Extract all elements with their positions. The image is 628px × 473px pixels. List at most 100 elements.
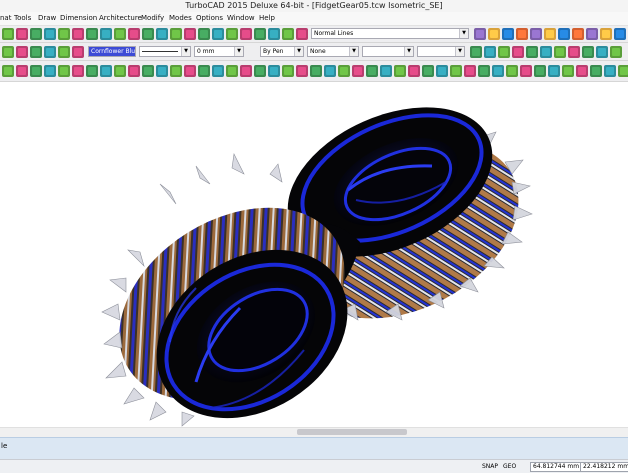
geo-toggle[interactable]: GEO: [503, 463, 516, 470]
standard-tool-10-icon[interactable]: [142, 28, 154, 40]
drawing-tool-35-icon[interactable]: [492, 65, 504, 77]
drawing-tool-10-icon[interactable]: [142, 65, 154, 77]
drawing-tool-21-icon[interactable]: [296, 65, 308, 77]
standard-tool-3-icon[interactable]: [44, 28, 56, 40]
drawing-tool-43-icon[interactable]: [604, 65, 616, 77]
drawing-tool-38-icon[interactable]: [534, 65, 546, 77]
chevron-down-icon[interactable]: ▼: [181, 47, 190, 56]
property-tool-16-icon[interactable]: [610, 46, 622, 58]
drawing-tool-29-icon[interactable]: [408, 65, 420, 77]
menu-options[interactable]: Options: [196, 14, 223, 22]
drawing-tool-30-icon[interactable]: [422, 65, 434, 77]
property-tool-9-icon[interactable]: [512, 46, 524, 58]
standard-tool-27-icon[interactable]: [544, 28, 556, 40]
drawing-tool-14-icon[interactable]: [198, 65, 210, 77]
property-tool-15-icon[interactable]: [596, 46, 608, 58]
property-tool-12-icon[interactable]: [554, 46, 566, 58]
line-width-select[interactable]: 0 mm ▼: [194, 46, 244, 57]
menu-nat[interactable]: nat: [0, 14, 11, 22]
standard-tool-5-icon[interactable]: [72, 28, 84, 40]
drawing-tool-12-icon[interactable]: [170, 65, 182, 77]
drawing-tool-28-icon[interactable]: [394, 65, 406, 77]
standard-tool-26-icon[interactable]: [530, 28, 542, 40]
drawing-tool-42-icon[interactable]: [590, 65, 602, 77]
drawing-tool-7-icon[interactable]: [100, 65, 112, 77]
drawing-tool-23-icon[interactable]: [324, 65, 336, 77]
drawing-tool-37-icon[interactable]: [520, 65, 532, 77]
drawing-tool-26-icon[interactable]: [366, 65, 378, 77]
standard-tool-32-icon[interactable]: [614, 28, 626, 40]
chevron-down-icon[interactable]: ▼: [404, 47, 413, 56]
property-tool-8-icon[interactable]: [498, 46, 510, 58]
line-style-select[interactable]: ▼: [139, 46, 191, 57]
property-tool-13-icon[interactable]: [568, 46, 580, 58]
drawing-tool-19-icon[interactable]: [268, 65, 280, 77]
fill-select[interactable]: None ▼: [307, 46, 359, 57]
color-select[interactable]: Cornflower Blu: [88, 46, 136, 57]
menu-modify[interactable]: Modify: [141, 14, 164, 22]
menu-draw[interactable]: Draw: [38, 14, 56, 22]
drawing-tool-17-icon[interactable]: [240, 65, 252, 77]
standard-tool-7-icon[interactable]: [100, 28, 112, 40]
property-tool-4-icon[interactable]: [58, 46, 70, 58]
drawing-tool-27-icon[interactable]: [380, 65, 392, 77]
standard-tool-29-icon[interactable]: [572, 28, 584, 40]
menu-help[interactable]: Help: [259, 14, 275, 22]
menu-modes[interactable]: Modes: [169, 14, 192, 22]
menu-architecture[interactable]: Architecture: [99, 14, 142, 22]
standard-tool-9-icon[interactable]: [128, 28, 140, 40]
drawing-tool-22-icon[interactable]: [310, 65, 322, 77]
drawing-tool-41-icon[interactable]: [576, 65, 588, 77]
layer-style-select[interactable]: Normal Lines ▼: [311, 28, 469, 39]
drawing-tool-15-icon[interactable]: [212, 65, 224, 77]
property-tool-14-icon[interactable]: [582, 46, 594, 58]
property-tool-7-icon[interactable]: [484, 46, 496, 58]
drawing-tool-24-icon[interactable]: [338, 65, 350, 77]
chevron-down-icon[interactable]: ▼: [234, 47, 243, 56]
drawing-tool-33-icon[interactable]: [464, 65, 476, 77]
standard-tool-0-icon[interactable]: [2, 28, 14, 40]
standard-tool-30-icon[interactable]: [586, 28, 598, 40]
drawing-tool-8-icon[interactable]: [114, 65, 126, 77]
drawing-tool-20-icon[interactable]: [282, 65, 294, 77]
property-tool-6-icon[interactable]: [470, 46, 482, 58]
drawing-tool-2-icon[interactable]: [30, 65, 42, 77]
drawing-tool-39-icon[interactable]: [548, 65, 560, 77]
standard-tool-13-icon[interactable]: [184, 28, 196, 40]
drawing-tool-4-icon[interactable]: [58, 65, 70, 77]
standard-tool-21-icon[interactable]: [296, 28, 308, 40]
menu-window[interactable]: Window: [227, 14, 255, 22]
drawing-tool-3-icon[interactable]: [44, 65, 56, 77]
property-tool-1-icon[interactable]: [16, 46, 28, 58]
standard-tool-6-icon[interactable]: [86, 28, 98, 40]
drawing-tool-44-icon[interactable]: [618, 65, 628, 77]
drawing-tool-34-icon[interactable]: [478, 65, 490, 77]
property-tool-0-icon[interactable]: [2, 46, 14, 58]
drawing-tool-13-icon[interactable]: [184, 65, 196, 77]
standard-tool-14-icon[interactable]: [198, 28, 210, 40]
horizontal-scrollbar[interactable]: [0, 427, 628, 437]
drawing-tool-9-icon[interactable]: [128, 65, 140, 77]
chevron-down-icon[interactable]: ▼: [349, 47, 358, 56]
property-tool-5-icon[interactable]: [72, 46, 84, 58]
standard-tool-17-icon[interactable]: [240, 28, 252, 40]
blank-select-1[interactable]: ▼: [362, 46, 414, 57]
standard-tool-25-icon[interactable]: [516, 28, 528, 40]
property-tool-2-icon[interactable]: [30, 46, 42, 58]
standard-tool-4-icon[interactable]: [58, 28, 70, 40]
drawing-tool-31-icon[interactable]: [436, 65, 448, 77]
standard-tool-2-icon[interactable]: [30, 28, 42, 40]
standard-tool-23-icon[interactable]: [488, 28, 500, 40]
drawing-tool-25-icon[interactable]: [352, 65, 364, 77]
blank-select-2[interactable]: ▼: [417, 46, 465, 57]
drawing-tool-16-icon[interactable]: [226, 65, 238, 77]
chevron-down-icon[interactable]: ▼: [294, 47, 303, 56]
drawing-tool-0-icon[interactable]: [2, 65, 14, 77]
standard-tool-24-icon[interactable]: [502, 28, 514, 40]
standard-tool-12-icon[interactable]: [170, 28, 182, 40]
standard-tool-1-icon[interactable]: [16, 28, 28, 40]
standard-tool-28-icon[interactable]: [558, 28, 570, 40]
drawing-tool-5-icon[interactable]: [72, 65, 84, 77]
drawing-tool-1-icon[interactable]: [16, 65, 28, 77]
standard-tool-15-icon[interactable]: [212, 28, 224, 40]
